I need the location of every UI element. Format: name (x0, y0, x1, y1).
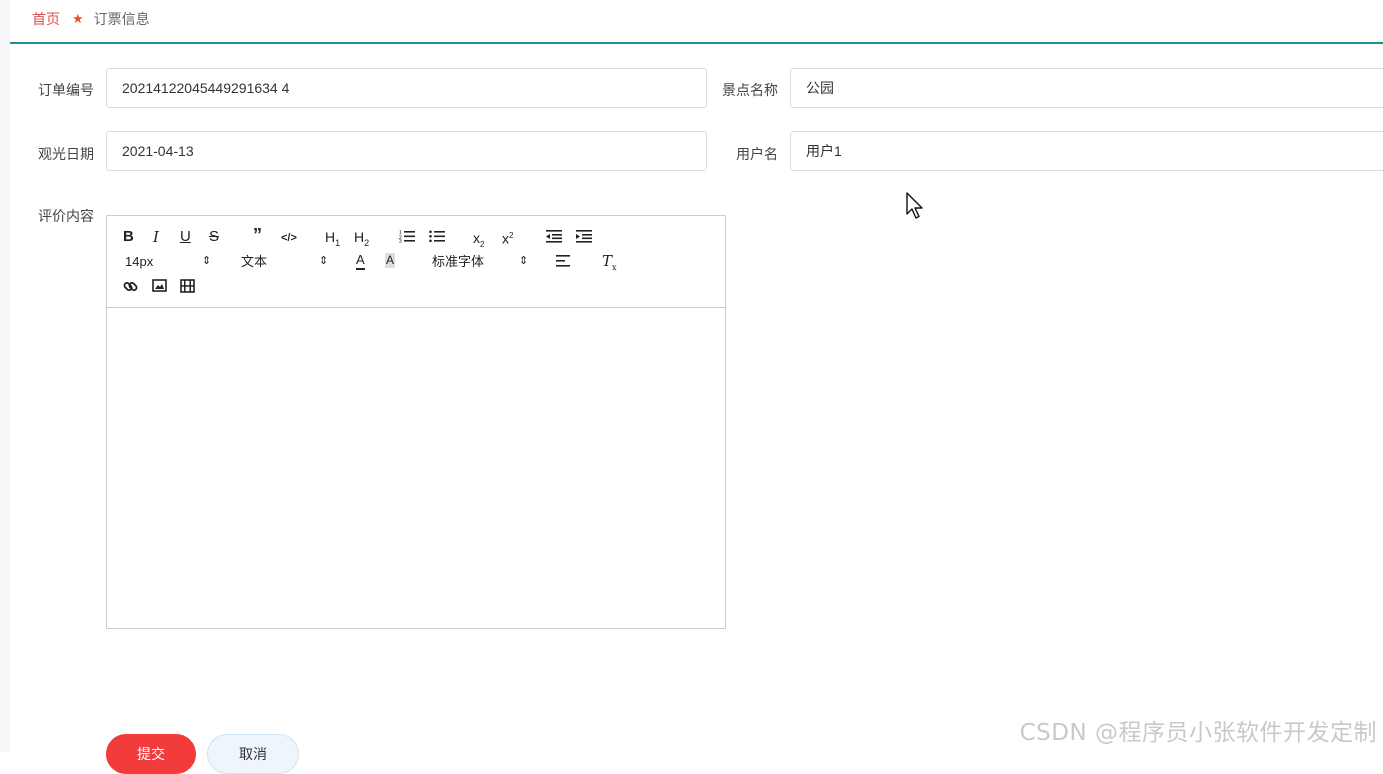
font-size-arrow-icon[interactable]: ⇕ (202, 252, 211, 270)
editor-content-area[interactable] (107, 308, 725, 628)
review-label: 评价内容 (38, 208, 94, 224)
spot-name-label: 景点名称 (722, 82, 778, 98)
svg-text:3: 3 (399, 239, 402, 243)
username-label: 用户名 (736, 146, 778, 162)
outdent-icon[interactable] (546, 229, 562, 243)
breadcrumb-home-link[interactable]: 首页 (32, 9, 60, 29)
visit-date-label: 观光日期 (38, 146, 94, 162)
background-color-icon[interactable]: A (385, 253, 396, 268)
font-family-arrow-icon[interactable]: ⇕ (519, 252, 528, 270)
subscript-icon[interactable]: x2 (473, 229, 484, 254)
link-icon[interactable] (123, 279, 138, 294)
h2-icon[interactable]: H2 (354, 228, 369, 252)
font-color-icon[interactable]: A (356, 252, 365, 270)
order-no-input[interactable] (106, 68, 707, 108)
watermark: CSDN @程序员小张软件开发定制 (1019, 720, 1377, 746)
image-icon[interactable] (152, 279, 167, 292)
cancel-button[interactable]: 取消 (207, 734, 299, 774)
clear-format-icon[interactable]: Tx (602, 252, 617, 277)
italic-icon[interactable]: I (153, 228, 159, 246)
header-divider (10, 42, 1383, 44)
left-strip (0, 0, 10, 752)
breadcrumb: 首页 ★ 订票信息 (32, 9, 150, 29)
font-size-select[interactable]: 14px (125, 253, 153, 271)
order-no-label: 订单编号 (38, 82, 94, 98)
rich-text-editor: B I U S ” </> H1 H2 123 x2 x2 14px ⇕ 文本 … (106, 215, 726, 629)
spot-name-input[interactable] (790, 68, 1383, 108)
strike-icon[interactable]: S (209, 228, 219, 246)
align-icon[interactable] (556, 255, 570, 267)
editor-toolbar: B I U S ” </> H1 H2 123 x2 x2 14px ⇕ 文本 … (107, 216, 725, 308)
username-input[interactable] (790, 131, 1383, 171)
ordered-list-icon[interactable]: 123 (399, 229, 415, 243)
superscript-icon[interactable]: x2 (502, 227, 513, 248)
indent-icon[interactable] (576, 229, 592, 243)
star-icon: ★ (72, 11, 84, 26)
underline-icon[interactable]: U (180, 228, 191, 246)
paragraph-arrow-icon[interactable]: ⇕ (319, 252, 328, 270)
visit-date-input[interactable] (106, 131, 707, 171)
bullet-list-icon[interactable] (429, 229, 445, 243)
bold-icon[interactable]: B (123, 228, 134, 246)
code-icon[interactable]: </> (281, 229, 297, 247)
h1-icon[interactable]: H1 (325, 228, 340, 252)
font-family-select[interactable]: 标准字体 (432, 253, 484, 271)
video-icon[interactable] (180, 279, 195, 293)
submit-button[interactable]: 提交 (106, 734, 196, 774)
mouse-cursor-icon (906, 192, 923, 219)
breadcrumb-current: 订票信息 (93, 11, 150, 27)
paragraph-select[interactable]: 文本 (241, 253, 267, 271)
quote-icon[interactable]: ” (253, 226, 262, 244)
